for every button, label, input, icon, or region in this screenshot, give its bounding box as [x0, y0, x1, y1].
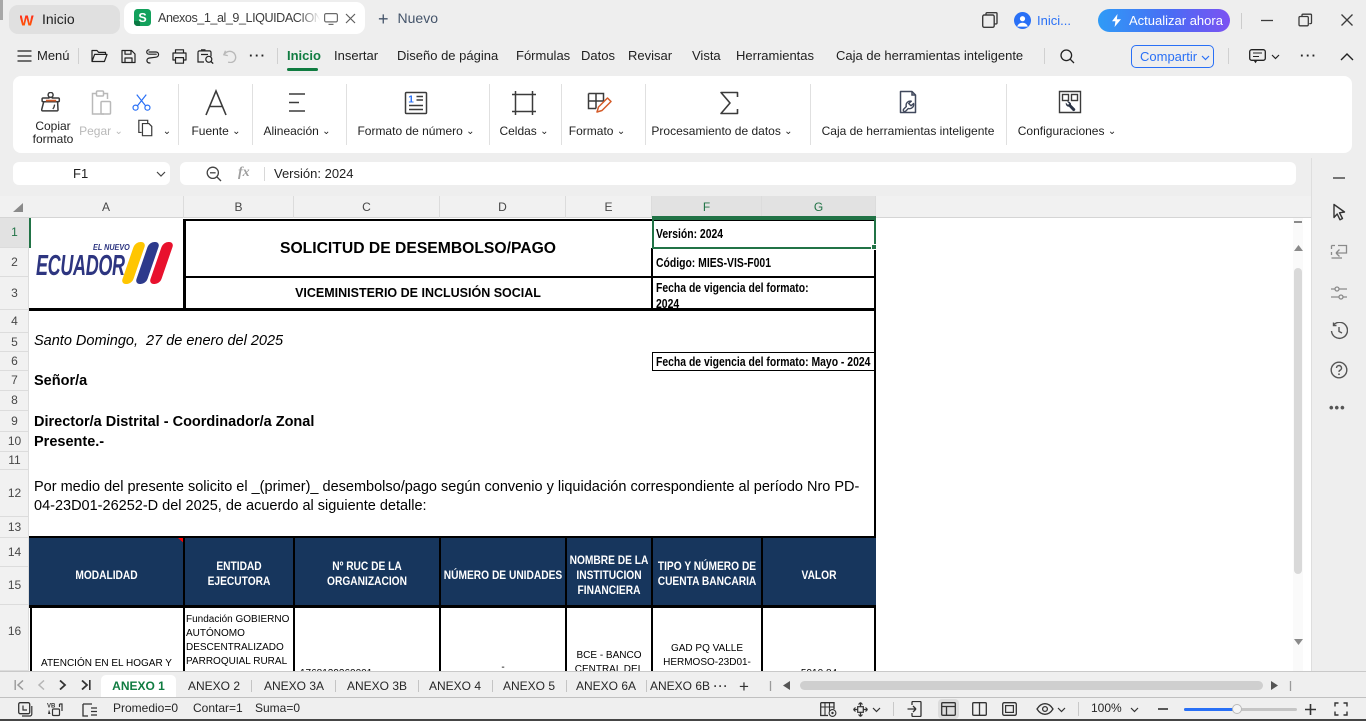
- svg-text:S: S: [138, 11, 146, 25]
- svg-text:W: W: [20, 13, 35, 26]
- svg-text:1: 1: [408, 95, 414, 106]
